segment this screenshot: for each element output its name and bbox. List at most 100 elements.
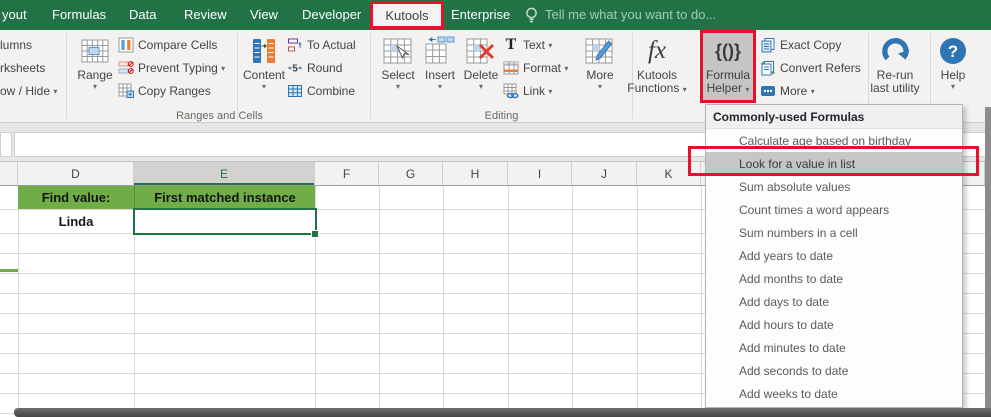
round-icon: 5 — [288, 64, 302, 75]
help-question-icon: ? — [937, 32, 969, 69]
help-button[interactable]: ? Help ▾ — [926, 32, 980, 104]
menu-item-count-times-word-appears[interactable]: Count times a word appears — [706, 198, 962, 221]
link-label: Link — [523, 84, 546, 98]
to-actual-icon — [288, 38, 302, 52]
more-dots-icon — [761, 86, 775, 96]
range-label: Range — [77, 68, 113, 82]
tab-data[interactable]: Data — [129, 7, 156, 22]
kutools-functions-button[interactable]: fx Kutools Functions ▾ — [622, 32, 692, 104]
combine-button[interactable]: Combine — [287, 82, 355, 100]
round-button[interactable]: 5 Round — [287, 59, 342, 77]
dropdown-arrow-icon: ▾ — [810, 86, 815, 96]
menu-item-look-for-value-in-list[interactable]: Look for a value in list — [706, 152, 962, 175]
more-grid-pencil-icon — [584, 32, 616, 69]
convert-refers-button[interactable]: Convert Refers — [760, 59, 861, 77]
tab-layout-clipped[interactable]: yout — [2, 7, 27, 22]
column-header-c-clipped[interactable] — [0, 162, 18, 185]
format-button[interactable]: Format ▾ — [503, 59, 568, 77]
column-header-e-selected[interactable]: E — [134, 162, 315, 185]
cell-d1[interactable]: Find value: — [18, 186, 134, 209]
tab-enterprise[interactable]: Enterprise — [451, 7, 510, 22]
exact-copy-button[interactable]: Exact Copy — [760, 36, 841, 54]
menu-item-add-days-to-date[interactable]: Add days to date — [706, 290, 962, 313]
cell-e2-selected[interactable] — [133, 208, 317, 235]
menu-item-calculate-age[interactable]: Calculate age based on birthday — [706, 129, 962, 152]
dropdown-arrow-icon: ▾ — [745, 85, 750, 94]
dropdown-arrow-icon: ▾ — [221, 63, 226, 73]
more-small-button[interactable]: More ▾ — [760, 82, 815, 100]
dropdown-arrow-icon: ▾ — [92, 82, 97, 91]
range-button[interactable]: Range ▾ — [67, 32, 123, 104]
tab-developer[interactable]: Developer — [302, 7, 361, 22]
ribbon-tab-bar: yout Formulas Data Review View Developer… — [0, 0, 991, 30]
select-grid-cursor-icon — [382, 32, 414, 69]
combine-label: Combine — [307, 84, 356, 98]
delete-label: Delete — [463, 68, 499, 82]
copy-ranges-button[interactable]: Copy Ranges — [118, 82, 211, 100]
name-box[interactable] — [0, 132, 12, 157]
clipped-columns-label: lumns — [0, 38, 33, 52]
clipped-worksheets-button[interactable]: rksheets — [0, 59, 45, 77]
menu-item-sum-numbers-in-cell[interactable]: Sum numbers in a cell — [706, 221, 962, 244]
dropdown-arrow-icon: ▾ — [548, 40, 553, 50]
delete-grid-x-icon — [465, 32, 497, 69]
formula-helper-button[interactable]: {()} Formula Helper ▾ — [700, 30, 756, 103]
convert-refers-label: Convert Refers — [780, 61, 861, 75]
fill-handle[interactable] — [311, 230, 319, 238]
content-button[interactable]: Content ▾ — [236, 32, 292, 104]
rerun-last-utility-button[interactable]: Re-run last utility — [862, 32, 928, 104]
link-button[interactable]: Link ▾ — [503, 82, 552, 100]
compare-cells-button[interactable]: Compare Cells — [118, 36, 217, 54]
clipped-worksheets-label: rksheets — [0, 61, 46, 75]
delete-button[interactable]: Delete ▾ — [452, 32, 510, 104]
cell-e1[interactable]: First matched instance — [135, 186, 315, 209]
to-actual-label: To Actual — [307, 38, 356, 52]
column-header-g[interactable]: G — [379, 162, 443, 185]
rerun-arrow-icon — [878, 32, 912, 69]
menu-item-add-minutes-to-date[interactable]: Add minutes to date — [706, 336, 962, 359]
lightbulb-icon — [524, 6, 539, 29]
more-editing-button[interactable]: More ▾ — [572, 32, 628, 104]
column-header-h[interactable]: H — [443, 162, 508, 185]
prevent-typing-button[interactable]: Prevent Typing ▾ — [118, 59, 225, 77]
dropdown-arrow-icon: ▾ — [682, 85, 687, 94]
fx-icon: fx — [647, 37, 667, 64]
window-right-edge — [985, 107, 991, 417]
tab-review[interactable]: Review — [184, 7, 227, 22]
column-header-f[interactable]: F — [315, 162, 379, 185]
tab-kutools-active[interactable]: Kutools — [370, 1, 444, 29]
cell-d2[interactable]: Linda — [18, 209, 134, 233]
dropdown-arrow-icon: ▾ — [53, 86, 58, 96]
menu-item-add-months-to-date[interactable]: Add months to date — [706, 267, 962, 290]
tab-kutools-label: Kutools — [385, 7, 429, 23]
clipped-show-hide-button[interactable]: ow / Hide ▾ — [0, 82, 57, 100]
menu-item-add-weeks-to-date[interactable]: Add weeks to date — [706, 382, 962, 405]
text-label: Text — [523, 38, 546, 52]
excel-window: yout Formulas Data Review View Developer… — [0, 0, 991, 417]
dropdown-arrow-icon: ▾ — [395, 82, 400, 91]
tab-formulas[interactable]: Formulas — [52, 7, 106, 22]
formula-helper-dropdown-menu: Commonly-used Formulas Calculate age bas… — [705, 104, 963, 408]
column-header-i[interactable]: I — [508, 162, 572, 185]
menu-item-add-hours-to-date[interactable]: Add hours to date — [706, 313, 962, 336]
menu-item-add-years-to-date[interactable]: Add years to date — [706, 244, 962, 267]
dropdown-arrow-icon: ▾ — [597, 82, 602, 91]
column-header-d[interactable]: D — [18, 162, 134, 185]
dropdown-arrow-icon: ▾ — [548, 86, 553, 96]
dropdown-arrow-icon: ▾ — [437, 82, 442, 91]
dropdown-arrow-icon: ▾ — [261, 82, 266, 91]
menu-item-add-seconds-to-date[interactable]: Add seconds to date — [706, 359, 962, 382]
tab-view[interactable]: View — [250, 7, 278, 22]
more-editing-label: More — [586, 68, 614, 82]
column-header-k[interactable]: K — [637, 162, 701, 185]
menu-item-sum-absolute-values[interactable]: Sum absolute values — [706, 175, 962, 198]
clipped-columns-button[interactable]: lumns — [0, 36, 32, 54]
formula-helper-label-2: Helper ▾ — [706, 81, 750, 95]
to-actual-button[interactable]: To Actual — [287, 36, 356, 54]
column-header-partial-right[interactable] — [964, 162, 985, 185]
round-label: Round — [307, 61, 343, 75]
text-button[interactable]: T Text ▾ — [503, 36, 553, 54]
column-header-j[interactable]: J — [572, 162, 637, 185]
tell-me-box[interactable]: Tell me what you want to do... — [545, 7, 716, 22]
svg-text:?: ? — [948, 42, 958, 61]
